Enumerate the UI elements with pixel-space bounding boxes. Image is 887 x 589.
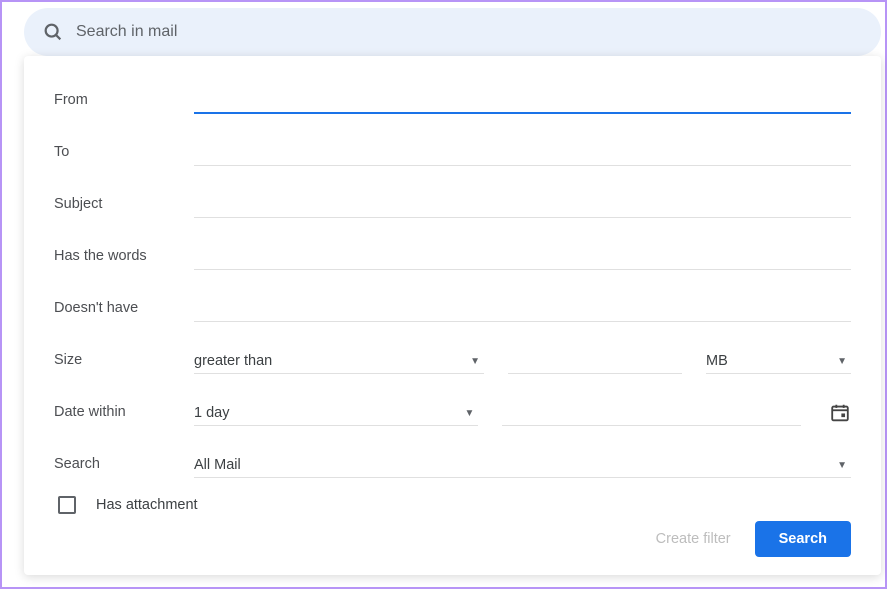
label-has-words: Has the words — [54, 248, 194, 270]
label-search-in: Search — [54, 456, 194, 478]
label-subject: Subject — [54, 196, 194, 218]
row-subject: Subject — [54, 184, 851, 218]
input-has-words[interactable] — [194, 243, 851, 270]
search-placeholder: Search in mail — [76, 23, 177, 41]
caret-down-icon: ▼ — [470, 356, 480, 367]
input-subject[interactable] — [194, 191, 851, 218]
advanced-search-panel: From To Subject Has the words Doesn't ha… — [24, 56, 881, 575]
search-in-value: All Mail — [194, 457, 241, 473]
search-bar[interactable]: Search in mail — [24, 8, 881, 56]
create-filter-button[interactable]: Create filter — [656, 531, 731, 547]
panel-footer: Create filter Search — [656, 521, 851, 557]
caret-down-icon: ▼ — [837, 356, 847, 367]
select-search-in[interactable]: All Mail ▼ — [194, 451, 851, 478]
date-range-value: 1 day — [194, 405, 229, 421]
row-to: To — [54, 132, 851, 166]
row-date: Date within 1 day ▼ — [54, 392, 851, 426]
input-from[interactable] — [194, 86, 851, 114]
row-from: From — [54, 80, 851, 114]
search-icon — [42, 21, 64, 43]
select-date-range[interactable]: 1 day ▼ — [194, 399, 478, 426]
size-unit-value: MB — [706, 353, 728, 369]
input-date-value[interactable] — [502, 399, 801, 426]
select-size-unit[interactable]: MB ▼ — [706, 347, 851, 374]
search-button[interactable]: Search — [755, 521, 851, 557]
calendar-icon[interactable] — [829, 402, 851, 424]
size-comparator-value: greater than — [194, 353, 272, 369]
row-doesnt-have: Doesn't have — [54, 288, 851, 322]
label-date: Date within — [54, 404, 194, 426]
row-attachment: Has attachment — [54, 496, 851, 514]
select-size-comparator[interactable]: greater than ▼ — [194, 347, 484, 374]
row-search-in: Search All Mail ▼ — [54, 444, 851, 478]
label-from: From — [54, 92, 194, 114]
label-to: To — [54, 144, 194, 166]
checkbox-has-attachment[interactable] — [58, 496, 76, 514]
label-has-attachment: Has attachment — [96, 497, 198, 513]
row-size: Size greater than ▼ MB ▼ — [54, 340, 851, 374]
input-doesnt-have[interactable] — [194, 295, 851, 322]
input-size-amount[interactable] — [508, 347, 682, 374]
label-size: Size — [54, 352, 194, 374]
label-doesnt-have: Doesn't have — [54, 300, 194, 322]
caret-down-icon: ▼ — [464, 408, 474, 419]
row-has-words: Has the words — [54, 236, 851, 270]
input-to[interactable] — [194, 139, 851, 166]
caret-down-icon: ▼ — [837, 460, 847, 471]
